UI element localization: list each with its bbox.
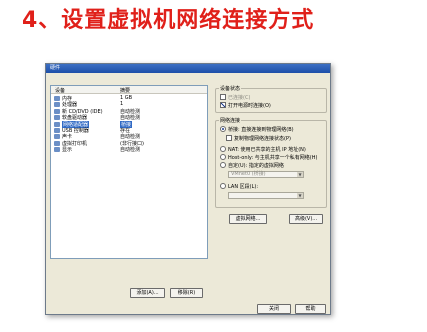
device-list: 设备 摘要 内存 1 GB 处理器 1 新 CD/DVD (IDE) 自动检测 软盘驱动器自… xyxy=(50,85,208,259)
memory-icon xyxy=(54,96,60,101)
printer-icon xyxy=(54,140,60,146)
nat-radio-dot xyxy=(220,145,226,152)
hardware-dialog: 硬件 设备 摘要 内存 1 GB 处理器 1 新 CD/DVD (IDE) 自动检测 软盘驱… xyxy=(45,63,331,315)
floppy-icon xyxy=(54,115,60,121)
lan-segment-select[interactable]: ▼ xyxy=(228,192,304,199)
lan-segment-radio-dot xyxy=(220,182,226,189)
usb-icon xyxy=(54,128,60,133)
device-row[interactable]: 显示 自动检测 xyxy=(51,146,207,153)
add-button[interactable]: 添加(A)... xyxy=(130,288,165,298)
close-button[interactable]: 关闭 xyxy=(257,304,291,314)
device-status-label: 设备状态 xyxy=(219,85,242,92)
column-header-summary[interactable]: 摘要 xyxy=(120,87,130,94)
network-connection-group: 网络连接 桥接: 直接连接到物理网络(B) 复制物理网络连接状态(P) NAT:… xyxy=(215,117,327,208)
nat-radio[interactable]: NAT: 使用已共享的主机 IP 地址(N) xyxy=(220,145,306,153)
bridged-radio[interactable]: 桥接: 直接连接到物理网络(B) xyxy=(220,125,294,133)
network-connection-label: 网络连接 xyxy=(219,117,242,124)
cd-icon xyxy=(54,108,60,114)
virtual-network-button[interactable]: 虚拟网络... xyxy=(229,214,267,224)
lan-segment-radio[interactable]: LAN 区段(L): xyxy=(220,182,258,190)
advanced-button[interactable]: 高级(V)... xyxy=(289,214,323,224)
cpu-icon xyxy=(54,102,60,108)
device-summary: 1 GB xyxy=(120,95,133,101)
connected-checkbox-box xyxy=(220,93,226,100)
network-icon xyxy=(54,121,60,127)
custom-network-select[interactable]: VMnet0 (桥接) ▼ xyxy=(228,171,304,178)
chevron-down-icon: ▼ xyxy=(297,172,303,177)
dialog-titlebar: 硬件 xyxy=(46,64,330,73)
device-list-header: 设备 摘要 xyxy=(51,86,207,94)
device-summary: 1 xyxy=(120,101,124,108)
connect-at-power-on-checkbox-box xyxy=(220,101,226,108)
device-summary: 自动检测 xyxy=(120,147,141,154)
connect-at-power-on-checkbox[interactable]: 打开电源时连接(O) xyxy=(220,101,271,109)
device-status-group: 设备状态 已连接(C) 打开电源时连接(O) xyxy=(215,85,327,113)
host-only-radio-dot xyxy=(220,153,226,160)
custom-radio-dot xyxy=(220,161,226,168)
custom-radio[interactable]: 自定(U): 指定的虚拟网络 xyxy=(220,161,284,169)
help-button[interactable]: 帮助 xyxy=(295,304,326,314)
slide-title: 4、设置虚拟机网络连接方式 xyxy=(22,8,315,33)
device-name: 显示 xyxy=(62,147,73,154)
connected-checkbox[interactable]: 已连接(C) xyxy=(220,93,250,101)
sound-icon xyxy=(54,134,60,140)
host-only-radio[interactable]: Host-only: 与主机共享一个私有网络(H) xyxy=(220,153,317,161)
replicate-state-checkbox[interactable]: 复制物理网络连接状态(P) xyxy=(226,134,291,142)
remove-button[interactable]: 移除(R) xyxy=(170,288,203,298)
bridged-radio-dot xyxy=(220,125,226,132)
column-header-device[interactable]: 设备 xyxy=(55,87,65,94)
replicate-state-checkbox-box xyxy=(226,134,232,141)
chevron-down-icon: ▼ xyxy=(297,193,303,198)
display-icon xyxy=(54,147,60,153)
